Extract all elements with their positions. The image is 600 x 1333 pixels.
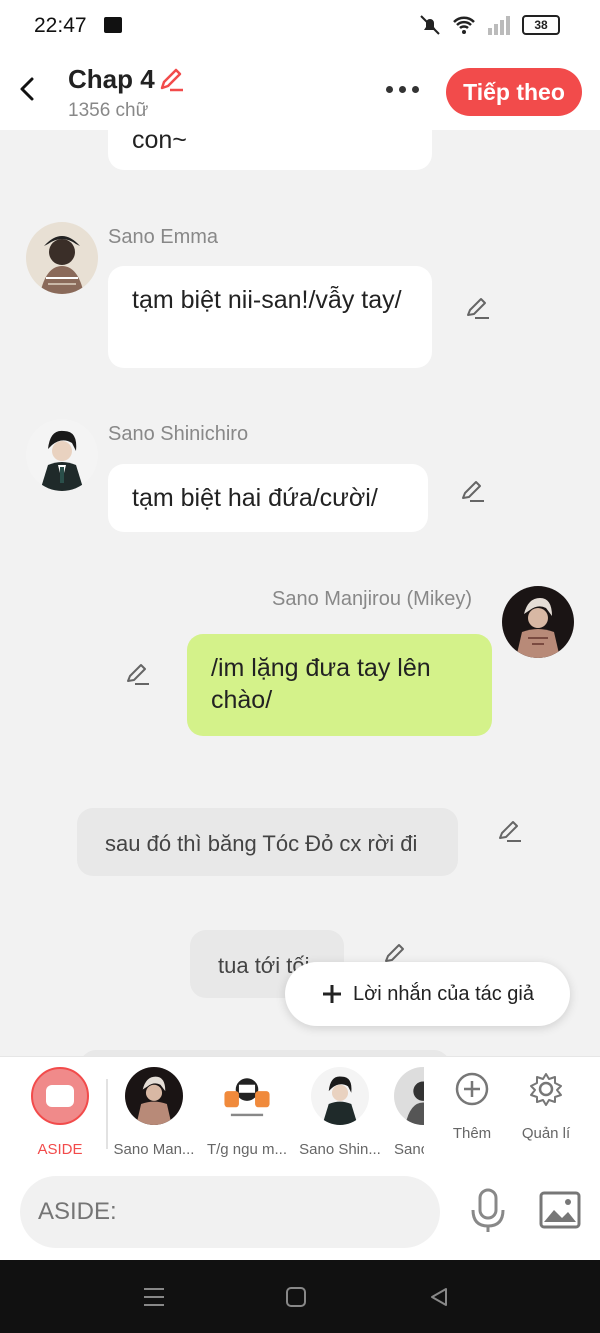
avatar [125, 1067, 183, 1125]
character-label: T/g ngu m... [206, 1141, 288, 1158]
avatar-sano-manjirou[interactable] [502, 586, 574, 658]
message-text: /im lặng đưa tay lên chào/ [211, 654, 431, 714]
edit-pencil-icon[interactable] [458, 477, 486, 505]
character-tg[interactable]: T/g ngu m... [204, 1067, 290, 1158]
narration-bubble[interactable]: sau đó thì băng Tóc Đỏ cx rời đi [77, 808, 458, 876]
app-bar: Chap 4 1356 chữ Tiếp theo [0, 52, 600, 130]
status-time: 22:47 [34, 14, 87, 37]
gear-icon [530, 1073, 562, 1106]
edit-pencil-icon[interactable] [463, 294, 491, 322]
back-triangle-icon[interactable] [428, 1286, 450, 1308]
input-bar [0, 1164, 600, 1260]
battery-icon: 38 [522, 15, 560, 35]
edit-pencil-icon[interactable] [495, 817, 523, 845]
message-input[interactable] [20, 1176, 440, 1248]
add-character-button[interactable]: Thêm [440, 1071, 504, 1142]
character-label: Sano [394, 1141, 424, 1158]
edit-title-pencil-icon[interactable] [156, 64, 186, 94]
image-icon[interactable] [538, 1190, 582, 1230]
divider [106, 1079, 108, 1149]
signal-icon [488, 16, 510, 35]
author-note-label: Lời nhắn của tác giả [352, 982, 534, 1005]
more-options-icon[interactable] [386, 86, 419, 93]
character-sano-manjirou[interactable]: Sano Man... [112, 1067, 196, 1158]
character-label: ASIDE [37, 1141, 83, 1158]
message-bubble[interactable]: con~ [108, 130, 432, 170]
next-button[interactable]: Tiếp theo [446, 68, 582, 116]
message-bubble[interactable]: tạm biệt hai đứa/cười/ [108, 464, 428, 532]
chapter-title: Chap 4 [68, 64, 155, 94]
character-sano-partial[interactable]: Sano [394, 1067, 424, 1158]
character-label: Sano Shin... [299, 1141, 381, 1158]
plus-icon [322, 985, 341, 1003]
add-label: Thêm [452, 1125, 492, 1142]
wifi-icon [453, 16, 475, 34]
message-text: tạm biệt nii-san!/vẫy tay/ [132, 286, 402, 314]
narration-text: sau đó thì băng Tóc Đỏ cx rời đi [105, 831, 418, 856]
avatar [218, 1067, 276, 1125]
avatar [394, 1067, 424, 1125]
speaker-name: Sano Shinichiro [108, 423, 249, 445]
message-text: tạm biệt hai đứa/cười/ [132, 484, 378, 512]
edit-pencil-icon[interactable] [123, 660, 151, 688]
manage-characters-button[interactable]: Quản lí [512, 1071, 580, 1142]
avatar-sano-shinichiro[interactable] [26, 419, 98, 491]
aside-icon [31, 1067, 89, 1125]
home-icon[interactable] [285, 1286, 307, 1308]
chat-area: con~ Sano Emma tạm biệt nii-san!/vẫy tay… [0, 130, 600, 1056]
speaker-name: Sano Emma [108, 226, 219, 248]
avatar [311, 1067, 369, 1125]
plus-circle-icon [455, 1072, 489, 1106]
menu-icon[interactable] [142, 1286, 166, 1308]
character-aside[interactable]: ASIDE [20, 1067, 100, 1158]
system-nav-bar [0, 1260, 600, 1333]
message-bubble[interactable]: tạm biệt nii-san!/vẫy tay/ [108, 266, 432, 368]
speaker-name: Sano Manjirou (Mikey) [272, 588, 473, 610]
back-arrow-icon[interactable] [14, 74, 44, 104]
message-text: con~ [132, 130, 187, 154]
status-icons: 38 [418, 13, 560, 37]
word-count: 1356 chữ [68, 100, 149, 121]
self-message-bubble[interactable]: /im lặng đưa tay lên chào/ [187, 634, 492, 736]
avatar-sano-emma[interactable] [26, 222, 98, 294]
folder-icon [104, 17, 122, 33]
status-bar: 22:47 38 [0, 0, 600, 52]
character-sano-shinichiro[interactable]: Sano Shin... [298, 1067, 382, 1158]
manage-label: Quản lí [521, 1125, 571, 1142]
mute-icon [420, 15, 440, 35]
microphone-icon[interactable] [468, 1188, 508, 1234]
character-label: Sano Man... [113, 1141, 195, 1158]
author-note-button[interactable]: Lời nhắn của tác giả [285, 962, 570, 1026]
character-bar: ASIDE Sano Man... T/g ngu m... Sano Shin… [0, 1056, 600, 1164]
